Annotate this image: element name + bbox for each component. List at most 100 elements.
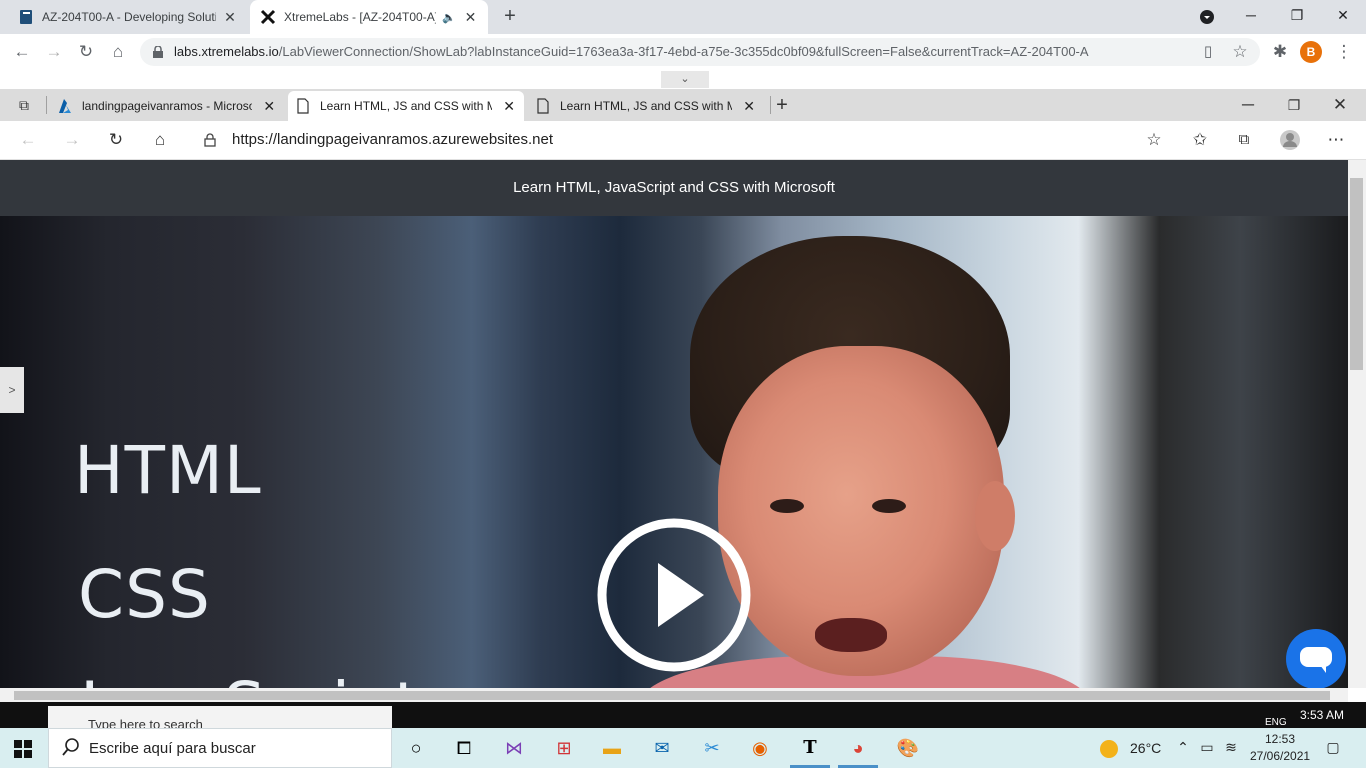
profile-avatar[interactable]: B xyxy=(1300,41,1322,63)
menu-icon[interactable]: ⋮ xyxy=(1332,40,1356,64)
close-icon[interactable]: ✕ xyxy=(742,98,756,115)
lock-icon xyxy=(153,46,163,58)
web-page: Learn HTML, JavaScript and CSS with Micr… xyxy=(0,160,1348,688)
share-icon[interactable]: ▯ xyxy=(1196,40,1220,64)
settings-more-icon[interactable]: ⋯ xyxy=(1324,129,1348,151)
chat-button[interactable] xyxy=(1286,629,1346,689)
extensions-icon[interactable]: ✱ xyxy=(1268,40,1292,64)
windows-start-icon[interactable] xyxy=(14,740,32,758)
reload-button[interactable]: ↻ xyxy=(74,40,98,64)
forward-button[interactable]: → xyxy=(42,40,66,64)
page-title: Learn HTML, JavaScript and CSS with Micr… xyxy=(0,160,1348,216)
typora-icon[interactable]: T xyxy=(790,734,830,768)
url-host: labs.xtremelabs.io xyxy=(174,44,279,59)
horizontal-scroll-thumb[interactable] xyxy=(14,691,1330,700)
file-explorer-icon[interactable]: ▬ xyxy=(598,734,626,762)
outer-address-bar[interactable]: labs.xtremelabs.io/LabViewerConnection/S… xyxy=(140,38,1260,66)
video-text-css: CSS xyxy=(78,556,211,633)
temperature: 26°C xyxy=(1130,740,1162,756)
inner-tab-learn-1[interactable]: Learn HTML, JS and CSS with Mic ✕ xyxy=(288,91,524,121)
close-window-button[interactable]: ✕ xyxy=(1320,0,1366,34)
page-icon xyxy=(296,98,310,114)
side-panel-toggle[interactable]: > xyxy=(0,367,24,413)
remote-search-box[interactable]: Type here to search xyxy=(48,706,392,728)
minimize-button[interactable]: ─ xyxy=(1228,0,1274,34)
firefox-icon[interactable]: ◉ xyxy=(746,734,774,762)
remote-clock: 3:53 AM xyxy=(1300,708,1345,722)
play-icon[interactable] xyxy=(596,517,752,673)
clock[interactable]: 12:53 27/06/2021 xyxy=(1250,731,1310,765)
restore-button[interactable]: ❐ xyxy=(1274,0,1320,34)
profile-icon[interactable] xyxy=(1278,129,1302,151)
inner-tab-learn-2[interactable]: Learn HTML, JS and CSS with Mic ✕ xyxy=(528,91,764,121)
new-tab-button[interactable]: + xyxy=(770,94,794,116)
new-tab-button[interactable]: + xyxy=(498,5,522,29)
chat-icon xyxy=(1300,647,1332,673)
battery-icon[interactable]: ▭ xyxy=(1198,738,1216,756)
remote-taskbar: Type here to search ENG 3:53 AM xyxy=(0,702,1366,728)
minimize-button[interactable]: ─ xyxy=(1236,94,1260,116)
sun-icon xyxy=(1100,740,1118,759)
mail-icon[interactable]: ✉ xyxy=(648,734,676,762)
inner-tab-title: Learn HTML, JS and CSS with Mic xyxy=(320,99,493,113)
video-frame-mouth xyxy=(815,618,887,652)
collapse-toggle[interactable]: ⌄ xyxy=(661,71,709,88)
video-text-html: HTML xyxy=(74,432,262,509)
add-favorite-icon[interactable]: ☆ xyxy=(1142,129,1166,151)
cortana-icon[interactable]: ○ xyxy=(402,734,430,762)
speaker-icon[interactable]: 🔈 xyxy=(442,11,457,24)
close-icon[interactable]: ✕ xyxy=(463,9,478,26)
snipping-tool-icon[interactable]: ✂ xyxy=(698,734,726,762)
gift-icon[interactable]: ⊞ xyxy=(550,734,578,762)
remote-language: ENG xyxy=(1265,717,1287,728)
tab-divider xyxy=(46,96,47,114)
clock-date: 27/06/2021 xyxy=(1250,749,1311,763)
book-icon xyxy=(18,9,34,25)
wifi-icon[interactable]: ≋ xyxy=(1222,738,1240,756)
collections-icon[interactable]: ⧉ xyxy=(1232,129,1256,151)
page-icon xyxy=(536,98,550,114)
video-frame-ear xyxy=(975,481,1015,551)
outer-tab-title: XtremeLabs - [AZ-204T00-A] xyxy=(284,10,436,24)
favorites-icon[interactable]: ✩ xyxy=(1188,129,1212,151)
inner-tab-title: landingpageivanramos - Microso xyxy=(82,99,253,113)
close-icon[interactable]: ✕ xyxy=(222,9,238,26)
url-path: /LabViewerConnection/ShowLab?labInstance… xyxy=(278,44,1089,59)
vertical-scroll-thumb[interactable] xyxy=(1350,178,1363,370)
video-text-javascript: JavaScript xyxy=(80,668,421,688)
task-view-icon[interactable]: ⧠ xyxy=(450,734,478,762)
paint-icon[interactable]: 🎨 xyxy=(894,734,922,762)
tab-search-icon[interactable] xyxy=(1184,0,1230,34)
search-icon xyxy=(62,738,79,756)
inner-tab-portal[interactable]: landingpageivanramos - Microso ✕ xyxy=(50,91,284,121)
outer-tab-course[interactable]: AZ-204T00-A - Developing Soluti ✕ xyxy=(8,0,248,34)
clock-time: 12:53 xyxy=(1264,732,1296,746)
notifications-icon[interactable]: ▢ xyxy=(1324,738,1342,756)
weather-widget[interactable]: 26°C xyxy=(1100,728,1161,768)
inner-tab-title: Learn HTML, JS and CSS with Mic xyxy=(560,99,733,113)
video-frame-eye xyxy=(872,499,906,513)
close-icon[interactable]: ✕ xyxy=(262,98,276,115)
xtremelabs-logo-icon xyxy=(260,9,276,25)
outer-tab-xtremelabs[interactable]: XtremeLabs - [AZ-204T00-A] 🔈 ✕ xyxy=(250,0,488,34)
bookmark-star-icon[interactable]: ☆ xyxy=(1228,40,1252,64)
video-player[interactable]: HTML CSS JavaScript xyxy=(0,216,1348,688)
azure-icon xyxy=(58,98,72,114)
back-button[interactable]: ← xyxy=(16,129,40,151)
close-window-button[interactable]: ✕ xyxy=(1328,94,1352,116)
inner-address-bar[interactable]: https://landingpageivanramos.azurewebsit… xyxy=(190,125,1175,155)
close-icon[interactable]: ✕ xyxy=(502,98,516,115)
chevron-up-icon[interactable]: ⌃ xyxy=(1174,738,1192,756)
visual-studio-icon[interactable]: ⋈ xyxy=(500,734,528,762)
reload-button[interactable]: ↻ xyxy=(104,129,128,151)
tab-actions-icon[interactable]: ⧉ xyxy=(12,94,36,116)
video-frame-eye xyxy=(770,499,804,513)
forward-button[interactable]: → xyxy=(60,129,84,151)
chrome-icon[interactable]: ◕ xyxy=(838,734,878,768)
home-button[interactable]: ⌂ xyxy=(106,40,130,64)
back-button[interactable]: ← xyxy=(10,40,34,64)
taskbar-search-input[interactable]: Escribe aquí para buscar xyxy=(48,728,392,768)
outer-tab-title: AZ-204T00-A - Developing Soluti xyxy=(42,10,217,24)
restore-button[interactable]: ❐ xyxy=(1282,94,1306,116)
home-button[interactable]: ⌂ xyxy=(148,129,172,151)
